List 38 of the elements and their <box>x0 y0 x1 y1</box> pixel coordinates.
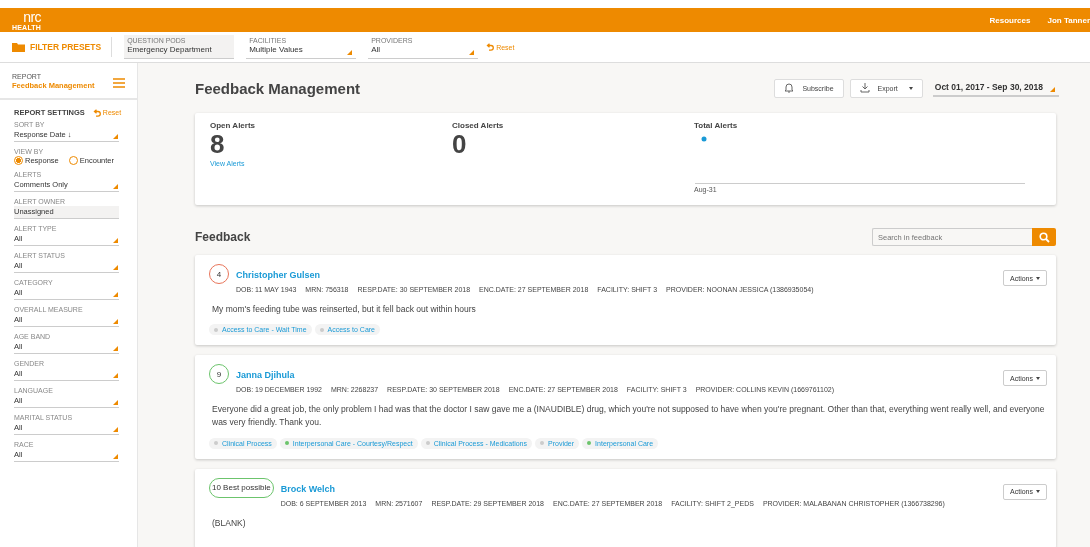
dropdown-icon <box>113 427 118 432</box>
dropdown-icon <box>1050 86 1055 92</box>
comment-text: My mom's feeding tube was reinserted, but it fell back out within hours <box>212 303 477 316</box>
stat-label: Open Alerts <box>210 121 257 130</box>
dropdown-icon <box>113 238 118 243</box>
dropdown-icon <box>113 373 118 378</box>
stat-count: 0 <box>452 130 468 160</box>
menu-icon[interactable] <box>113 78 125 88</box>
dropdown-icon <box>113 265 118 270</box>
dropdown-icon <box>113 400 118 405</box>
stat-label: Closed Alerts <box>452 121 505 130</box>
folder-icon <box>12 42 25 52</box>
page-title: Feedback Management <box>195 79 361 97</box>
logo-text: nrc <box>23 9 42 24</box>
download-icon <box>859 83 870 93</box>
dropdown-icon <box>469 50 475 55</box>
search-icon <box>1038 231 1050 243</box>
dropdown-icon <box>113 319 118 324</box>
search-button[interactable] <box>1032 228 1056 246</box>
caret-icon <box>1036 276 1040 280</box>
comment-text: Everyone did a great job, the only problem I had was that the doctor I saw gave me a (INAUDIBLE) drug, which you're not supposed to have when you're pregnant. Other than that, everything went really well, and everyone was very friendly. Thank you. <box>212 403 1046 430</box>
section-title: Feedback <box>195 230 251 244</box>
comment-text: (BLANK) <box>212 516 247 530</box>
caret-icon <box>908 86 913 90</box>
undo-icon <box>92 108 101 117</box>
stat-count: 8 <box>210 130 225 160</box>
dropdown-icon <box>113 184 118 189</box>
bell-icon <box>784 83 795 93</box>
caret-icon <box>1036 376 1040 380</box>
dropdown-icon <box>113 292 118 297</box>
dropdown-icon <box>113 134 118 139</box>
dropdown-icon <box>113 346 118 351</box>
dropdown-icon <box>347 50 353 55</box>
stat-label: Total Alerts <box>694 121 739 130</box>
caret-icon <box>1036 490 1040 493</box>
date-range-dropdown[interactable]: Oct 01, 2017 - Sep 30, 2018 <box>932 79 1059 97</box>
dropdown-icon <box>113 454 118 459</box>
undo-icon <box>486 43 495 51</box>
